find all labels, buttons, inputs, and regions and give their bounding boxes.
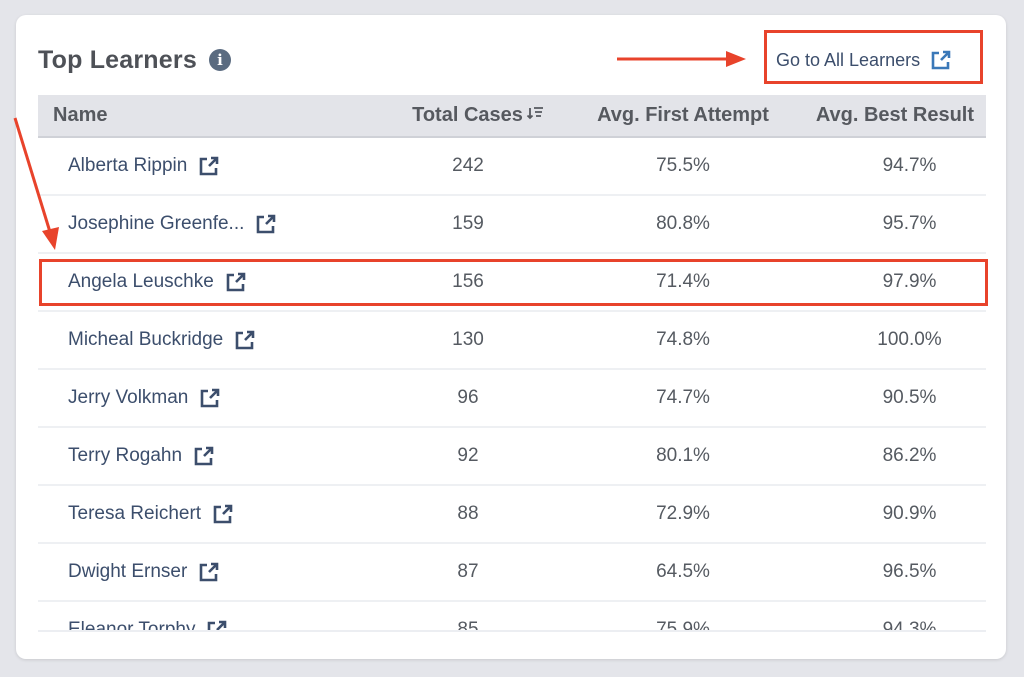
info-icon[interactable]: i (208, 49, 231, 71)
learner-link[interactable]: Micheal Buckridge (68, 329, 256, 351)
total-cases-cell: 130 (452, 329, 484, 350)
table-row: Alberta Rippin 242 75.5% 94.7% (38, 137, 986, 195)
column-header-name[interactable]: Name (38, 95, 363, 137)
total-cases-cell: 85 (457, 619, 479, 632)
avg-best-result-cell: 96.5% (882, 561, 937, 582)
avg-first-attempt-cell: 75.9% (656, 619, 710, 632)
avg-best-result-cell: 95.7% (882, 213, 937, 234)
learner-name-cell: Alberta Rippin (38, 137, 363, 195)
avg-first-attempt-cell: 71.4% (656, 271, 710, 292)
total-cases-cell: 96 (457, 387, 479, 408)
card-header: Top Learners i (38, 40, 231, 80)
avg-first-attempt-cell: 80.8% (656, 213, 710, 234)
table-header-row: Name Total Cases Avg. First Attempt Avg.… (38, 95, 986, 137)
avg-best-result-cell: 94.3% (882, 619, 937, 632)
external-link-icon[interactable] (212, 503, 234, 525)
avg-best-result-cell: 97.9% (882, 271, 937, 292)
learner-name-cell: Josephine Greenfe... (38, 195, 363, 253)
table-row: Micheal Buckridge 130 74.8% 100.0% (38, 311, 986, 369)
learner-name-cell: Micheal Buckridge (38, 311, 363, 369)
learner-link[interactable]: Terry Rogahn (68, 445, 215, 467)
table-row: Dwight Ernser 87 64.5% 96.5% (38, 543, 986, 601)
learners-table-container[interactable]: Name Total Cases Avg. First Attempt Avg.… (38, 95, 986, 632)
avg-first-attempt-cell: 75.5% (656, 155, 710, 176)
learner-name: Micheal Buckridge (68, 329, 224, 350)
total-cases-cell: 159 (452, 213, 484, 234)
table-row: Josephine Greenfe... 159 80.8% 95.7% (38, 195, 986, 253)
learner-name-cell: Teresa Reichert (38, 485, 363, 543)
learner-name: Eleanor Torphy (68, 619, 196, 632)
table-row-highlighted: Angela Leuschke 156 71.4% 97.9% (38, 253, 986, 311)
table-row: Jerry Volkman 96 74.7% 90.5% (38, 369, 986, 427)
external-link-icon (930, 49, 952, 71)
avg-first-attempt-cell: 74.7% (656, 387, 710, 408)
avg-best-result-cell: 90.9% (882, 503, 937, 524)
total-cases-cell: 87 (457, 561, 479, 582)
avg-first-attempt-cell: 64.5% (656, 561, 710, 582)
avg-best-result-cell: 100.0% (877, 329, 942, 350)
learner-name-cell: Terry Rogahn (38, 427, 363, 485)
total-cases-cell: 156 (452, 271, 484, 292)
go-to-all-learners-link[interactable]: Go to All Learners (776, 46, 952, 74)
external-link-icon[interactable] (198, 155, 220, 177)
sort-descending-icon[interactable] (526, 104, 544, 127)
learner-link[interactable]: Josephine Greenfe... (68, 213, 277, 235)
learner-name-cell: Angela Leuschke (38, 253, 363, 311)
learner-name: Jerry Volkman (68, 387, 189, 408)
total-cases-cell: 242 (452, 155, 484, 176)
learner-link[interactable]: Angela Leuschke (68, 271, 247, 293)
table-row: Terry Rogahn 92 80.1% 86.2% (38, 427, 986, 485)
card-title: Top Learners (38, 45, 197, 74)
external-link-icon[interactable] (198, 561, 220, 583)
learner-name: Josephine Greenfe... (68, 213, 245, 234)
learner-name-cell: Eleanor Torphy (38, 601, 363, 632)
avg-first-attempt-cell: 74.8% (656, 329, 710, 350)
table-row: Eleanor Torphy 85 75.9% 94.3% (38, 601, 986, 632)
external-link-icon[interactable] (255, 213, 277, 235)
learner-name: Angela Leuschke (68, 271, 214, 292)
external-link-icon[interactable] (206, 619, 228, 630)
external-link-icon[interactable] (225, 271, 247, 293)
learner-name: Teresa Reichert (68, 503, 202, 524)
avg-best-result-cell: 86.2% (882, 445, 937, 466)
top-learners-card: Top Learners i Go to All Learners Name T… (16, 15, 1006, 659)
learner-name: Terry Rogahn (68, 445, 183, 466)
table-row: Teresa Reichert 88 72.9% 90.9% (38, 485, 986, 543)
column-header-avg-first-attempt[interactable]: Avg. First Attempt (573, 95, 793, 137)
external-link-icon[interactable] (234, 329, 256, 351)
external-link-icon[interactable] (199, 387, 221, 409)
learners-table: Name Total Cases Avg. First Attempt Avg.… (38, 95, 986, 632)
total-cases-cell: 92 (457, 445, 479, 466)
learner-name-cell: Dwight Ernser (38, 543, 363, 601)
column-header-total-cases[interactable]: Total Cases (363, 95, 573, 137)
learner-link[interactable]: Eleanor Torphy (68, 619, 228, 632)
avg-first-attempt-cell: 72.9% (656, 503, 710, 524)
learner-link[interactable]: Dwight Ernser (68, 561, 220, 583)
learner-link[interactable]: Alberta Rippin (68, 155, 220, 177)
column-header-avg-best-result[interactable]: Avg. Best Result (793, 95, 986, 137)
avg-best-result-cell: 90.5% (882, 387, 937, 408)
learner-name-cell: Jerry Volkman (38, 369, 363, 427)
avg-first-attempt-cell: 80.1% (656, 445, 710, 466)
all-learners-link-label: Go to All Learners (776, 49, 921, 70)
avg-best-result-cell: 94.7% (882, 155, 937, 176)
learner-name: Alberta Rippin (68, 155, 188, 176)
total-cases-cell: 88 (457, 503, 479, 524)
learner-name: Dwight Ernser (68, 561, 188, 582)
external-link-icon[interactable] (193, 445, 215, 467)
learner-link[interactable]: Teresa Reichert (68, 503, 234, 525)
learner-link[interactable]: Jerry Volkman (68, 387, 221, 409)
